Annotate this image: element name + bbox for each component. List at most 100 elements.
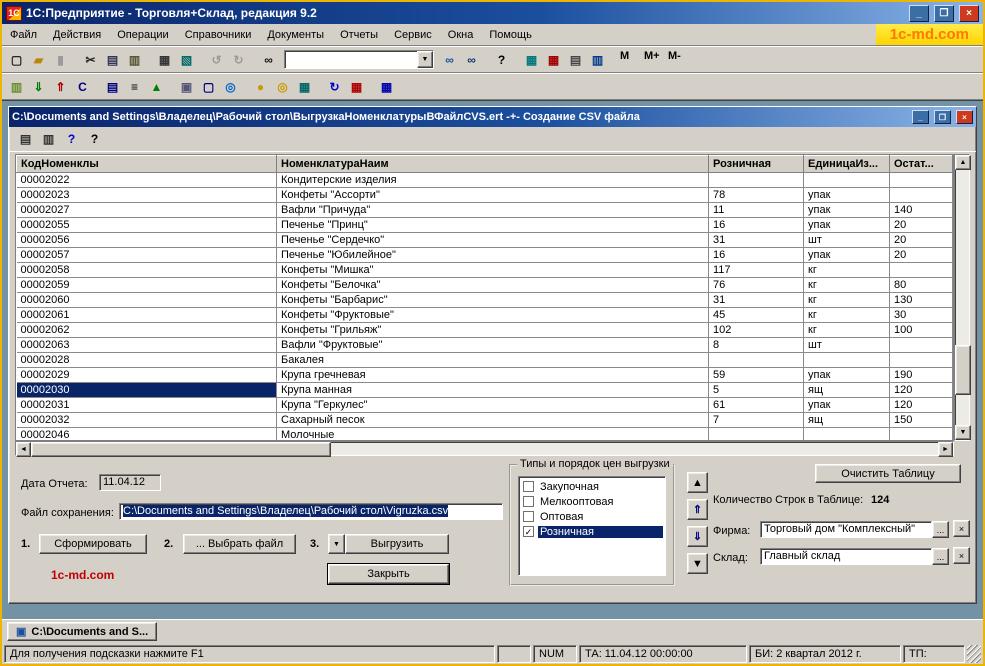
price-list-icon[interactable]: ≡	[124, 76, 145, 97]
table-cell[interactable]: ящ	[804, 413, 890, 428]
coins-icon[interactable]: ◎	[272, 76, 293, 97]
table-cell[interactable]: Конфеты "Барбарис"	[277, 293, 709, 308]
table-cell[interactable]: 00002058	[17, 263, 277, 278]
export-button[interactable]: Выгрузить	[345, 534, 449, 554]
new-file-icon[interactable]: ▢	[6, 49, 27, 70]
table-row[interactable]: 00002056Печенье "Сердечко"31шт20	[17, 233, 953, 248]
brand-link[interactable]: 1c-md.com	[51, 568, 114, 582]
table-cell[interactable]: 117	[709, 263, 804, 278]
resize-grip[interactable]	[967, 645, 981, 663]
table-cell[interactable]: Вафли "Причуда"	[277, 203, 709, 218]
document-tab[interactable]: ▣ C:\Documents and S...	[7, 622, 157, 641]
redo-icon[interactable]: ↻	[228, 49, 249, 70]
table-cell[interactable]: упак	[804, 218, 890, 233]
help-icon[interactable]: ?	[61, 129, 82, 150]
table-cell[interactable]: 11	[709, 203, 804, 218]
move-bottom-button[interactable]: ⇓	[687, 526, 708, 547]
vertical-scrollbar[interactable]	[954, 154, 970, 441]
table-cell[interactable]: упак	[804, 188, 890, 203]
table-cell[interactable]: 00002063	[17, 338, 277, 353]
close-form-button[interactable]: Закрыть	[328, 564, 449, 584]
invoice-icon[interactable]: С	[72, 76, 93, 97]
table-cell[interactable]: 16	[709, 218, 804, 233]
table-cell[interactable]: 00002031	[17, 398, 277, 413]
table-cell[interactable]: Конфеты "Фруктовые"	[277, 308, 709, 323]
table-row[interactable]: 00002046Молочные	[17, 428, 953, 442]
table-cell[interactable]: упак	[804, 368, 890, 383]
table-cell[interactable]: Молочные	[277, 428, 709, 442]
inner-close-button[interactable]: ×	[956, 110, 973, 124]
table-row[interactable]: 00002032Сахарный песок7ящ150	[17, 413, 953, 428]
price-type-item[interactable]: Мелкооптовая	[521, 494, 663, 509]
table-cell[interactable]: 80	[890, 278, 953, 293]
table-cell[interactable]: Вафли "Фруктовые"	[277, 338, 709, 353]
table-cell[interactable]: кг	[804, 263, 890, 278]
table-cell[interactable]: 100	[890, 323, 953, 338]
find-in-table-icon[interactable]: ∞	[461, 49, 482, 70]
table-cell[interactable]: кг	[804, 278, 890, 293]
column-header[interactable]: ЕдиницаИз...	[804, 156, 890, 173]
table-row[interactable]: 00002055Печенье "Принц"16упак20	[17, 218, 953, 233]
journal-icon[interactable]: ▤	[102, 76, 123, 97]
table-cell[interactable]: 120	[890, 383, 953, 398]
find-icon[interactable]: ∞	[258, 49, 279, 70]
store-select-button[interactable]: ...	[932, 548, 949, 565]
table-cell[interactable]: 00002062	[17, 323, 277, 338]
table-cell[interactable]: 00002060	[17, 293, 277, 308]
export-dropdown-icon[interactable]	[328, 534, 345, 554]
table-cell[interactable]: 59	[709, 368, 804, 383]
find-value-icon[interactable]: ∞	[439, 49, 460, 70]
table-cell[interactable]	[890, 173, 953, 188]
table-cell[interactable]: 78	[709, 188, 804, 203]
window-icon[interactable]: ▢	[198, 76, 219, 97]
column-header[interactable]: Остат...	[890, 156, 953, 173]
price-type-item[interactable]: ✓Розничная	[521, 524, 663, 539]
scroll-right-icon[interactable]	[938, 442, 953, 457]
menu-item-отчеты[interactable]: Отчеты	[332, 26, 386, 44]
clear-table-button[interactable]: Очистить Таблицу	[815, 464, 961, 483]
memory-button-М[interactable]: М	[617, 50, 639, 70]
table-cell[interactable]: кг	[804, 308, 890, 323]
table-cell[interactable]: Крупа гречневая	[277, 368, 709, 383]
table-cell[interactable]: Крупа манная	[277, 383, 709, 398]
table-cell[interactable]: Крупа "Геркулес"	[277, 398, 709, 413]
horizontal-scroll-thumb[interactable]	[31, 442, 331, 457]
checkbox-icon[interactable]	[523, 511, 534, 522]
table-cell[interactable]: 00002027	[17, 203, 277, 218]
table-cell[interactable]: Печенье "Юбилейное"	[277, 248, 709, 263]
scroll-left-icon[interactable]	[16, 442, 31, 457]
goods-icon[interactable]: ▥	[6, 76, 27, 97]
table-row[interactable]: 00002063Вафли "Фруктовые"8шт	[17, 338, 953, 353]
table-row[interactable]: 00002059Конфеты "Белочка"76кг80	[17, 278, 953, 293]
table-cell[interactable]: 120	[890, 398, 953, 413]
table-row[interactable]: 00002030Крупа манная5ящ120	[17, 383, 953, 398]
notebook-icon[interactable]: ▥	[587, 49, 608, 70]
price-type-item[interactable]: Оптовая	[521, 509, 663, 524]
save-file-input[interactable]: C:\Documents and Settings\Владелец\Рабоч…	[119, 503, 503, 520]
table-cell[interactable]: 76	[709, 278, 804, 293]
table-cell[interactable]: 190	[890, 368, 953, 383]
minimize-button[interactable]: _	[909, 5, 929, 22]
calculator-icon[interactable]: ▤	[565, 49, 586, 70]
menu-item-помощь[interactable]: Помощь	[481, 26, 540, 44]
menu-item-окна[interactable]: Окна	[440, 26, 482, 44]
inner-minimize-button[interactable]: _	[912, 110, 929, 124]
table-cell[interactable]: 31	[709, 233, 804, 248]
scroll-down-icon[interactable]	[955, 425, 971, 440]
inner-maximize-button[interactable]: ❐	[934, 110, 951, 124]
horizontal-scrollbar[interactable]	[15, 441, 954, 456]
table-cell[interactable]: 00002061	[17, 308, 277, 323]
table-cell[interactable]	[709, 428, 804, 442]
table-cell[interactable]: упак	[804, 248, 890, 263]
context-help-icon[interactable]: ?	[84, 129, 105, 150]
column-header[interactable]: НоменклатураНаим	[277, 156, 709, 173]
table-cell[interactable]: 00002022	[17, 173, 277, 188]
table-row[interactable]: 00002058Конфеты "Мишка"117кг	[17, 263, 953, 278]
table-row[interactable]: 00002027Вафли "Причуда"11упак140	[17, 203, 953, 218]
table-cell[interactable]: кг	[804, 293, 890, 308]
report-date-field[interactable]: 11.04.12	[99, 474, 161, 491]
menu-item-сервис[interactable]: Сервис	[386, 26, 440, 44]
table-cell[interactable]: 00002028	[17, 353, 277, 368]
table-grid-icon[interactable]: ▦	[521, 49, 542, 70]
menu-item-операции[interactable]: Операции	[109, 26, 176, 44]
